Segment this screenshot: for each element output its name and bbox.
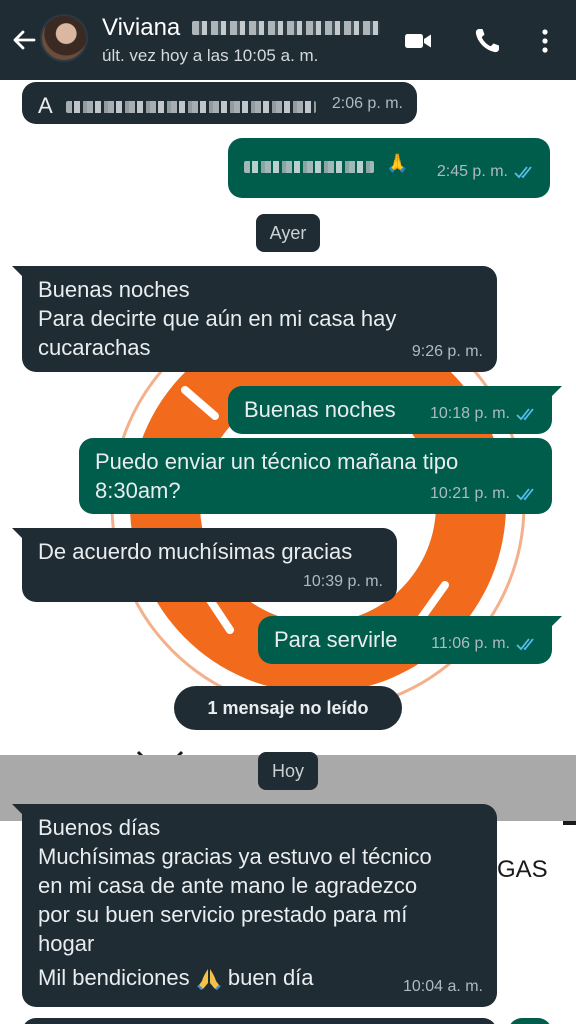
message-outgoing[interactable]: 🙏 2:45 p. m.: [228, 138, 550, 198]
message-time: 2:45 p. m.: [436, 163, 508, 180]
message-time: 11:06 p. m.: [431, 635, 510, 652]
message-meta: 9:26 p. m.: [412, 337, 483, 366]
unread-messages-divider: 1 mensaje no leído: [174, 686, 402, 730]
contact-name[interactable]: Viviana: [102, 14, 180, 42]
last-seen-status: últ. vez hoy a las 10:05 a. m.: [102, 46, 319, 65]
chat-header: Viviana últ. vez hoy a las 10:05 a. m.: [0, 0, 576, 80]
date-divider-today: Hoy: [258, 752, 318, 790]
message-meta: 10:39 p. m.: [303, 567, 383, 596]
phone-icon[interactable]: [472, 26, 502, 56]
obscured-name-icon: [192, 21, 380, 35]
read-ticks-icon: [516, 407, 534, 420]
obscured-text-icon: [65, 101, 316, 114]
read-ticks-icon: [514, 165, 532, 178]
message-text: Mil bendiciones: [38, 965, 190, 990]
wallpaper-brand-tail: GAS: [497, 856, 548, 883]
message-meta: 2:45 p. m.: [437, 157, 536, 186]
pray-emoji: 🙏: [386, 153, 409, 173]
message-meta: 2:06 p. m.: [332, 89, 403, 118]
date-divider-yesterday: Ayer: [256, 214, 320, 252]
message-time: 2:06 p. m.: [331, 95, 403, 112]
pray-emoji-icon: [196, 969, 221, 991]
read-ticks-icon: [516, 637, 534, 650]
message-outgoing[interactable]: Para servirle 11:06 p. m.: [258, 616, 562, 664]
message-text: A: [38, 93, 52, 118]
message-text: De acuerdo muchísimas gracias: [38, 539, 353, 564]
message-outgoing[interactable]: Buenas noches 10:18 p. m.: [228, 386, 562, 434]
message-incoming[interactable]: Buenos días Muchísimas gracias ya estuvo…: [12, 804, 497, 1007]
message-incoming[interactable]: De acuerdo muchísimas gracias 10:39 p. m…: [12, 528, 397, 602]
message-time: 10:18 p. m.: [429, 405, 510, 422]
message-meta: 10:18 p. m.: [430, 399, 538, 428]
message-time: 10:39 p. m.: [302, 573, 383, 590]
message-time: 10:04 a. m.: [402, 978, 483, 995]
message-time: 9:26 p. m.: [411, 343, 483, 360]
message-text: Buenos días Muchísimas gracias ya estuvo…: [38, 815, 432, 956]
contact-avatar[interactable]: [40, 14, 88, 62]
message-incoming[interactable]: A 2:06 p. m.: [22, 82, 417, 124]
message-meta: 10:21 p. m.: [430, 479, 538, 508]
back-arrow-icon[interactable]: [8, 24, 40, 56]
read-ticks-icon: [516, 487, 534, 500]
message-meta: 11:06 p. m.: [431, 629, 538, 658]
message-incoming[interactable]: Buenas noches Para decirte que aún en mi…: [12, 266, 497, 372]
message-text: buen día: [227, 965, 314, 990]
video-call-icon[interactable]: [403, 26, 433, 56]
obscured-text-icon: [244, 161, 374, 174]
message-outgoing[interactable]: Puedo enviar un técnico mañana tipo 8:30…: [79, 438, 552, 514]
message-incoming-partial[interactable]: [22, 1018, 497, 1024]
message-time: 10:21 p. m.: [429, 485, 510, 502]
more-vert-icon[interactable]: [530, 26, 560, 56]
message-meta: 10:04 a. m.: [403, 972, 483, 1001]
